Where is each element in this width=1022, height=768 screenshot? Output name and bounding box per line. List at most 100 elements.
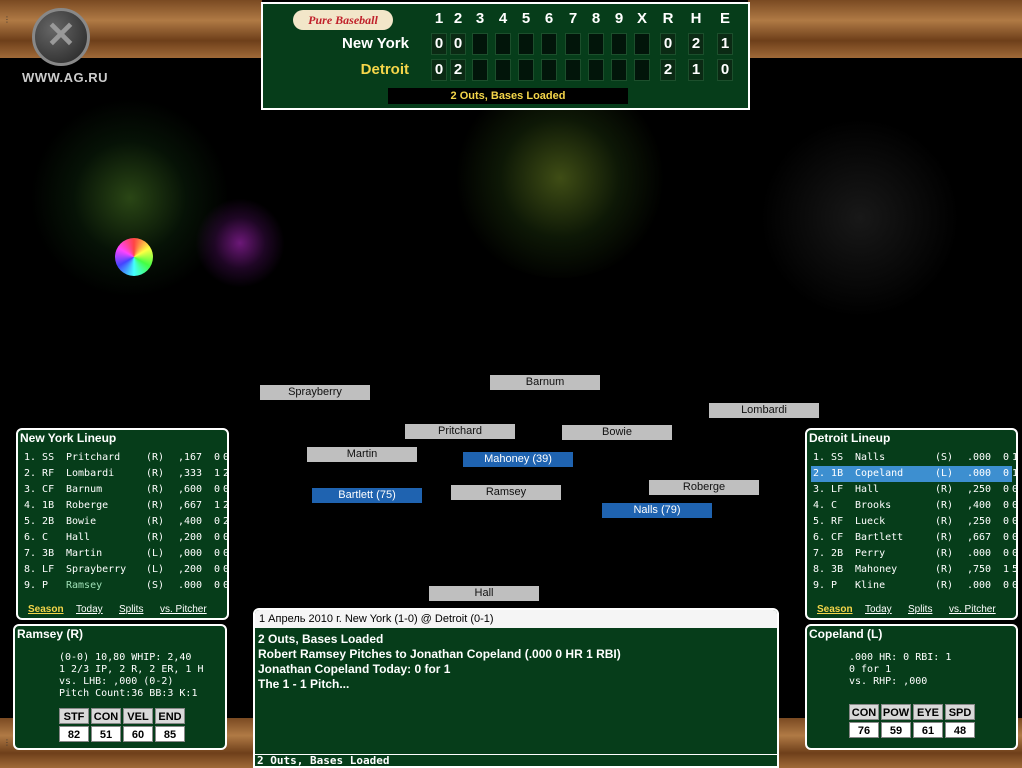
rating-value: 59 — [881, 722, 911, 738]
lineup-row[interactable]: 6. CF Bartlett (R) ,667 0 0 — [811, 530, 1016, 546]
lineup-order: 8. LF — [24, 564, 55, 575]
lineup-b: 0 — [1012, 516, 1018, 527]
tab-season[interactable]: Season — [817, 604, 853, 615]
resize-grip-icon[interactable]: ⋮ — [3, 15, 11, 24]
tab-vs-pitcher[interactable]: vs. Pitcher — [160, 604, 207, 615]
inning-header: 8 — [591, 10, 601, 27]
rating-value: 76 — [849, 722, 879, 738]
play-by-play-log: 1 Апрель 2010 г. New York (1-0) @ Detroi… — [253, 608, 779, 768]
scoreboard-team-name: Detroit — [360, 61, 409, 78]
lineup-order: 1. SS — [24, 452, 55, 463]
inning-score — [611, 33, 627, 55]
tab-today[interactable]: Today — [76, 604, 103, 615]
lineup-row[interactable]: 7. 3B Martin (L) ,000 0 0 — [22, 546, 227, 562]
lineup-hand: (R) — [935, 500, 954, 511]
tab-today[interactable]: Today — [865, 604, 892, 615]
lineup-avg: ,200 — [178, 564, 203, 575]
lineup-name: Ramsey — [66, 580, 103, 591]
lineup-b: 2 — [223, 468, 229, 479]
field-player[interactable]: Barnum — [490, 375, 600, 390]
lineup-row[interactable]: 9. P Kline (R) .000 0 0 — [811, 578, 1016, 594]
field-runner[interactable]: Nalls (79) — [602, 503, 712, 518]
lineup-row[interactable]: 2. 1B Copeland (L) .000 0 1 — [811, 466, 1016, 482]
field-player[interactable]: Hall — [429, 586, 539, 601]
field-player[interactable]: Pritchard — [405, 424, 515, 439]
lineup-row[interactable]: 2. RF Lombardi (R) ,333 1 2 — [22, 466, 227, 482]
lineup-avg: .000 — [967, 580, 992, 591]
lineup-row[interactable]: 6. C Hall (R) ,200 0 0 — [22, 530, 227, 546]
lineup-name: Kline — [855, 580, 886, 591]
lineup-avg: .000 — [178, 580, 203, 591]
field-player[interactable]: Roberge — [649, 480, 759, 495]
rating-header: STF — [59, 708, 89, 724]
lineup-b: 0 — [223, 580, 229, 591]
home-lineup-tabs: Season Today Splits vs. Pitcher — [807, 604, 1016, 616]
lineup-name: Lueck — [855, 516, 886, 527]
lineup-row[interactable]: 8. 3B Mahoney (R) ,750 1 5 — [811, 562, 1016, 578]
inning-header: 2 — [453, 10, 463, 27]
log-line: Robert Ramsey Pitches to Jonathan Copela… — [258, 647, 621, 661]
lineup-order: 9. P — [24, 580, 49, 591]
lineup-order: 2. RF — [24, 468, 55, 479]
inning-header: 9 — [614, 10, 624, 27]
tab-vs-pitcher[interactable]: vs. Pitcher — [949, 604, 996, 615]
lineup-a: 0 — [214, 452, 221, 463]
batter-ratings: CON POW EYE SPD 76 59 61 48 — [849, 704, 975, 738]
field-player[interactable]: Bowie — [562, 425, 672, 440]
lineup-name: Bowie — [66, 516, 97, 527]
field-runner[interactable]: Mahoney (39) — [463, 452, 573, 467]
lineup-row[interactable]: 4. C Brooks (R) ,400 0 0 — [811, 498, 1016, 514]
lineup-hand: (R) — [146, 452, 165, 463]
lineup-name: Martin — [66, 548, 103, 559]
lineup-row[interactable]: 1. SS Nalls (S) .000 0 1 — [811, 450, 1016, 466]
lineup-row[interactable]: 9. P Ramsey (S) .000 0 0 — [22, 578, 227, 594]
lineup-row[interactable]: 5. 2B Bowie (R) ,400 0 2 — [22, 514, 227, 530]
log-line: 2 Outs, Bases Loaded — [258, 632, 384, 646]
lineup-order: 3. LF — [813, 484, 844, 495]
lineup-order: 4. 1B — [24, 500, 55, 511]
lineup-row[interactable]: 5. RF Lueck (R) ,250 0 0 — [811, 514, 1016, 530]
tab-splits[interactable]: Splits — [908, 604, 932, 615]
tab-season[interactable]: Season — [28, 604, 64, 615]
lineup-b: 0 — [1012, 580, 1018, 591]
rating-header: VEL — [123, 708, 153, 724]
inning-header: 6 — [544, 10, 554, 27]
field-player[interactable]: Martin — [307, 447, 417, 462]
lineup-a: 0 — [214, 516, 221, 527]
inning-score — [565, 59, 581, 81]
ag-ru-logo: ✕ WWW.AG.RU — [10, 8, 120, 88]
resize-grip-icon[interactable]: ⋮ — [3, 738, 11, 747]
field-player[interactable]: Sprayberry — [260, 385, 370, 400]
lineup-a: 0 — [1003, 580, 1010, 591]
lineup-order: 7. 2B — [813, 548, 844, 559]
field-runner[interactable]: Bartlett (75) — [312, 488, 422, 503]
away-lineup-title: New York Lineup — [20, 431, 117, 445]
rating-header: CON — [91, 708, 121, 724]
lineup-row[interactable]: 4. 1B Roberge (R) ,667 1 2 — [22, 498, 227, 514]
batter-stat-line: 0 for 1 — [849, 664, 892, 675]
totals-header: E — [719, 10, 730, 27]
inning-score — [588, 33, 604, 55]
total-score: 2 — [660, 59, 676, 81]
lineup-row[interactable]: 7. 2B Perry (R) .000 0 0 — [811, 546, 1016, 562]
totals-header: H — [690, 10, 702, 27]
lineup-avg: ,333 — [178, 468, 203, 479]
field-player[interactable]: Lombardi — [709, 403, 819, 418]
lineup-avg: ,250 — [967, 484, 992, 495]
lineup-avg: ,667 — [967, 532, 992, 543]
lineup-a: 1 — [214, 468, 221, 479]
inning-header: X — [636, 10, 647, 27]
lineup-row[interactable]: 8. LF Sprayberry (L) ,200 0 0 — [22, 562, 227, 578]
lineup-hand: (R) — [146, 532, 165, 543]
rating-value: 85 — [155, 726, 185, 742]
pitcher-stat-line: 1 2/3 IP, 2 R, 2 ER, 1 H — [59, 664, 204, 675]
lineup-hand: (R) — [935, 532, 954, 543]
tab-splits[interactable]: Splits — [119, 604, 143, 615]
lineup-row[interactable]: 3. LF Hall (R) ,250 0 0 — [811, 482, 1016, 498]
lineup-row[interactable]: 1. SS Pritchard (R) ,167 0 0 — [22, 450, 227, 466]
field-player[interactable]: Ramsey — [451, 485, 561, 500]
rating-header: POW — [881, 704, 911, 720]
lineup-order: 5. 2B — [24, 516, 55, 527]
lineup-row[interactable]: 3. CF Barnum (R) ,600 0 0 — [22, 482, 227, 498]
total-score: 1 — [688, 59, 704, 81]
